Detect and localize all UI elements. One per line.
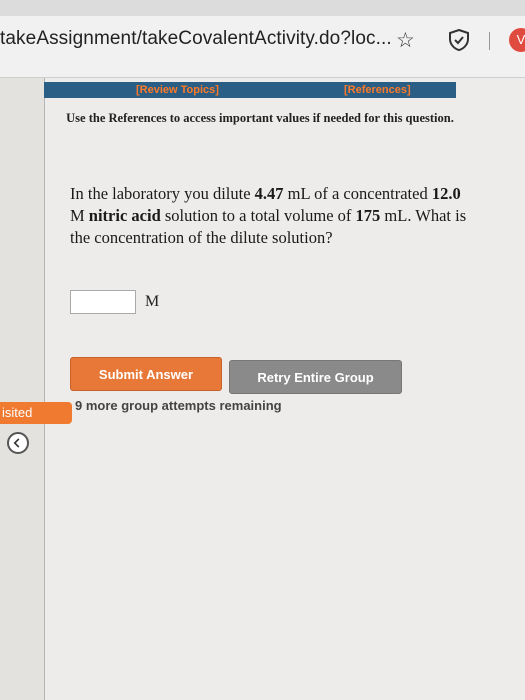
extension-icon[interactable]: V xyxy=(509,28,525,52)
question-part: In the laboratory you dilute xyxy=(70,184,255,203)
review-topics-link[interactable]: [Review Topics] xyxy=(136,82,219,98)
volume2-value: 175 xyxy=(355,206,381,225)
volume1-value: 4.47 xyxy=(254,184,284,203)
browser-address-bar[interactable]: takeAssignment/takeCovalentActivity.do?l… xyxy=(0,0,525,78)
molarity-value: 12.0 xyxy=(431,184,461,203)
visited-tab[interactable]: isited xyxy=(0,402,72,424)
toolbar-separator xyxy=(489,32,490,50)
question-text: In the laboratory you dilute 4.47 mL of … xyxy=(70,183,470,249)
browser-tab-strip xyxy=(0,0,525,16)
concentration-answer-input[interactable] xyxy=(70,290,136,314)
bookmark-star-icon[interactable]: ☆ xyxy=(396,28,415,53)
substance-name: nitric acid xyxy=(88,206,161,225)
submit-answer-button[interactable]: Submit Answer xyxy=(70,357,222,391)
instructions-text: Use the References to access important v… xyxy=(66,111,454,125)
question-part: M xyxy=(70,206,89,225)
url-text[interactable]: takeAssignment/takeCovalentActivity.do?l… xyxy=(0,28,392,50)
shield-check-icon[interactable] xyxy=(448,29,470,51)
references-link[interactable]: [References] xyxy=(344,82,411,98)
question-part: solution to a total volume of xyxy=(160,206,356,225)
chevron-left-icon[interactable] xyxy=(7,432,29,454)
question-part: mL of a concentrated xyxy=(283,184,432,203)
retry-entire-group-button[interactable]: Retry Entire Group xyxy=(229,360,402,394)
references-nav-bar: [Review Topics] [References] xyxy=(44,82,456,98)
answer-unit: M xyxy=(145,293,160,310)
left-panel xyxy=(0,78,45,700)
attempts-remaining-text: 9 more group attempts remaining xyxy=(75,398,282,413)
